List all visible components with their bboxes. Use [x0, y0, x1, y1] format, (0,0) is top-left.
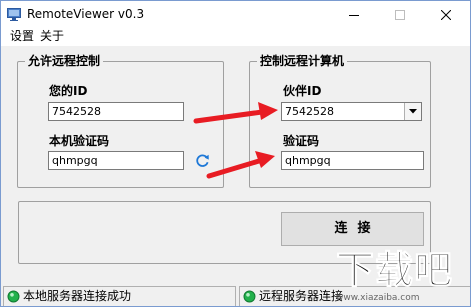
close-button[interactable] [423, 1, 469, 29]
remote-status-text: 远程服务器连接 [259, 289, 344, 303]
remote-code-label: 验证码 [283, 134, 320, 148]
menu-about[interactable]: 关于 [39, 29, 65, 44]
partner-id-value: 7542528 [285, 105, 334, 118]
menu-settings[interactable]: 设置 [9, 29, 35, 44]
connect-button[interactable]: 连接 [281, 212, 424, 246]
status-ok-icon [243, 290, 256, 303]
allow-remote-title: 允许远程控制 [25, 53, 104, 69]
partner-id-label: 伙伴ID [283, 84, 322, 98]
your-id-label: 您的ID [49, 84, 88, 98]
window-title: RemoteViewer v0.3 [27, 7, 145, 21]
menu-bar: 设置 关于 [1, 29, 470, 46]
local-code-label: 本机验证码 [49, 134, 110, 148]
watermark-logo: 下载吧 [335, 247, 454, 292]
your-id-field[interactable]: 7542528 [48, 102, 184, 121]
refresh-icon[interactable] [194, 152, 211, 169]
minimize-icon [349, 15, 359, 16]
partner-id-combobox[interactable]: 7542528 [281, 102, 422, 121]
maximize-icon [395, 10, 405, 20]
watermark: 下载吧 www.xiazaiba.com [335, 247, 471, 307]
minimize-button[interactable] [331, 1, 377, 29]
title-bar: RemoteViewer v0.3 [1, 1, 470, 29]
chevron-down-icon [409, 109, 417, 114]
local-status: 本地服务器连接成功 [3, 286, 236, 306]
combo-dropdown-button[interactable] [404, 103, 421, 120]
local-code-field[interactable]: qhmpgq [48, 151, 184, 170]
control-remote-title: 控制远程计算机 [257, 53, 348, 69]
maximize-button[interactable] [377, 1, 423, 29]
remote-code-field[interactable]: qhmpgq [281, 151, 424, 170]
monitor-icon [7, 8, 21, 21]
local-status-text: 本地服务器连接成功 [23, 289, 132, 303]
watermark-url: www.xiazaiba.com [336, 293, 420, 303]
status-ok-icon [7, 290, 20, 303]
close-icon [441, 10, 451, 20]
